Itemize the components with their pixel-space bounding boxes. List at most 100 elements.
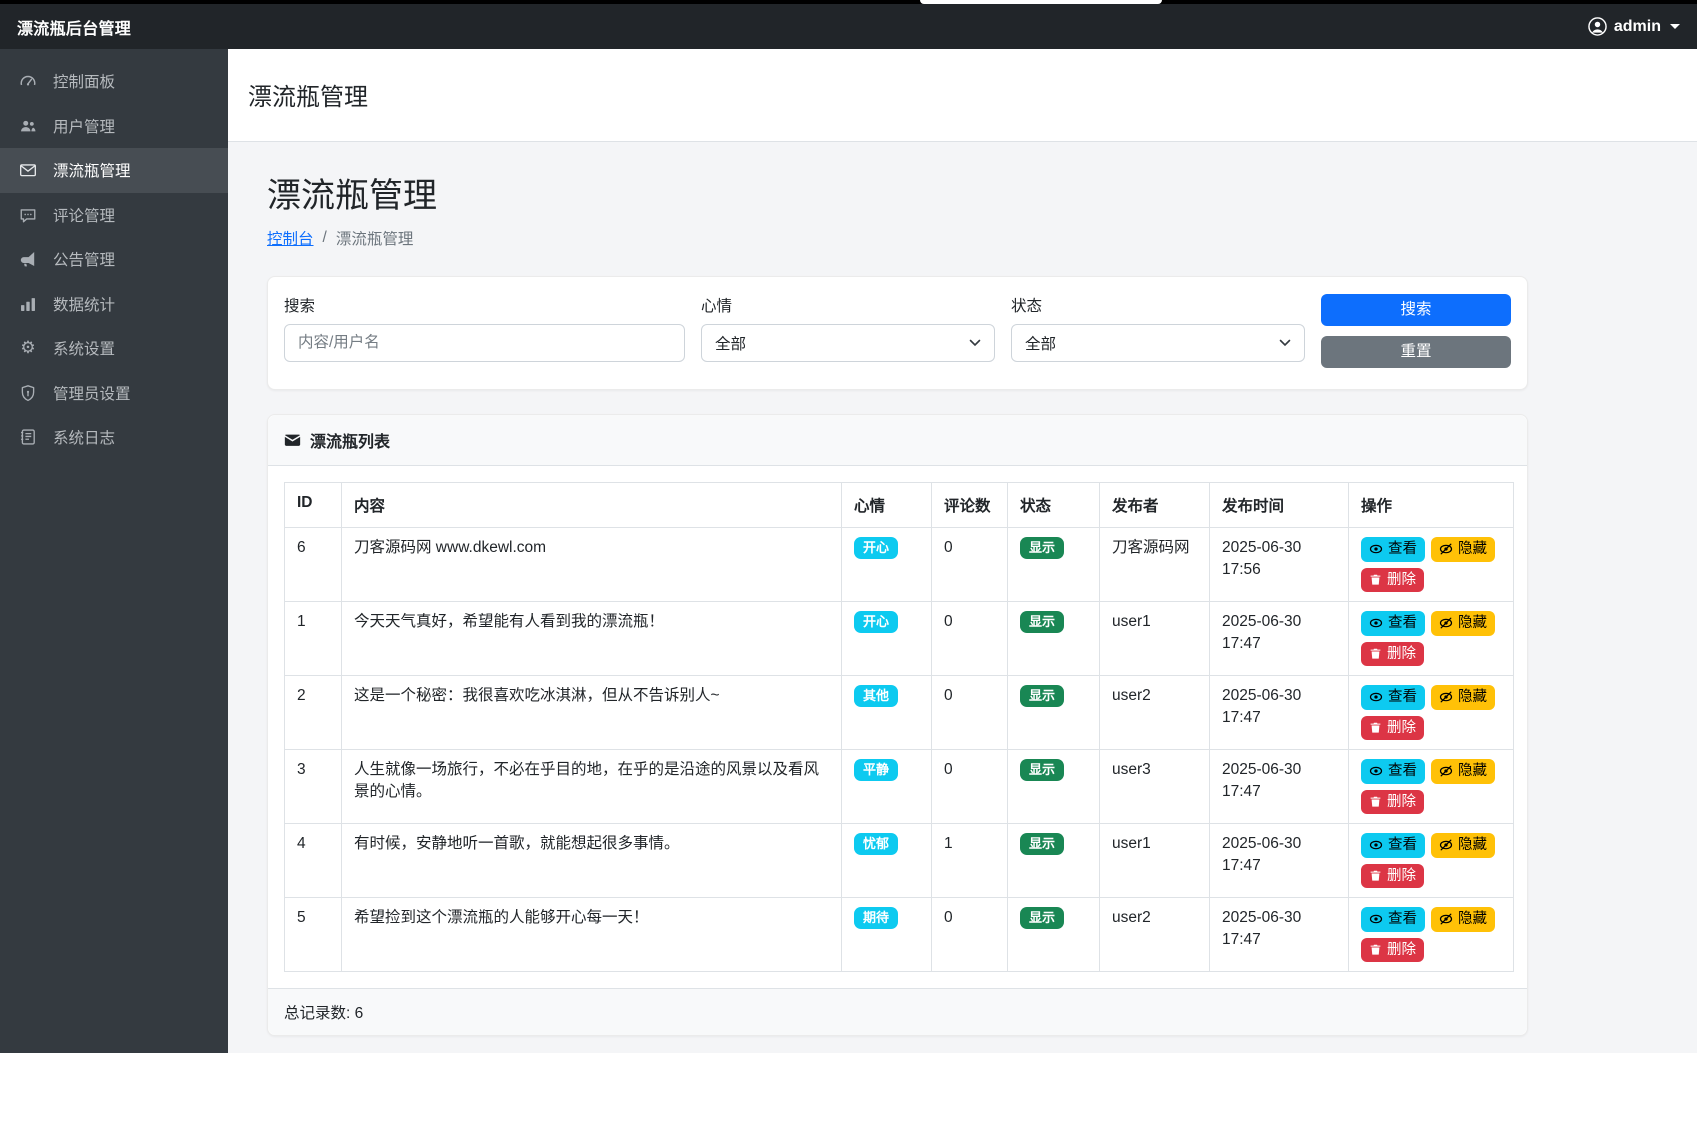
eye-icon [1369, 542, 1383, 556]
mood-badge: 开心 [854, 611, 898, 633]
sidebar-item-comments[interactable]: 评论管理 [0, 193, 228, 238]
sidebar-item-announcements[interactable]: 公告管理 [0, 237, 228, 282]
delete-button[interactable]: 删除 [1361, 716, 1424, 741]
sidebar-item-users[interactable]: 用户管理 [0, 104, 228, 149]
cell-comments: 0 [932, 750, 1008, 824]
sidebar-item-label: 漂流瓶管理 [53, 159, 131, 181]
cell-mood: 其他 [842, 676, 932, 750]
mood-badge: 开心 [854, 537, 898, 559]
cell-status: 显示 [1008, 898, 1100, 972]
sidebar-item-label: 数据统计 [53, 293, 115, 315]
hide-button[interactable]: 隐藏 [1431, 833, 1495, 858]
os-top-strip [0, 0, 1697, 4]
hide-button[interactable]: 隐藏 [1431, 611, 1495, 636]
search-submit-button[interactable]: 搜索 [1321, 294, 1511, 326]
hide-button[interactable]: 隐藏 [1431, 907, 1495, 932]
table-header-row: ID 内容 心情 评论数 状态 发布者 发布时间 操作 [285, 483, 1514, 528]
cell-status: 显示 [1008, 602, 1100, 676]
col-header-content: 内容 [342, 483, 842, 528]
eye-slash-icon [1439, 616, 1453, 630]
delete-button[interactable]: 删除 [1361, 864, 1424, 889]
sidebar-item-logs[interactable]: 系统日志 [0, 415, 228, 460]
status-badge: 显示 [1020, 685, 1064, 707]
cell-author: user2 [1100, 676, 1210, 750]
cell-time: 2025-06-30 17:47 [1210, 824, 1349, 898]
delete-button[interactable]: 删除 [1361, 568, 1424, 593]
page-title-bar: 漂流瓶管理 [228, 49, 1697, 142]
cell-actions: 查看 隐藏 [1349, 898, 1514, 972]
table-row: 1 今天天气真好，希望能有人看到我的漂流瓶！ 开心 0 显示 user1 202… [285, 602, 1514, 676]
sidebar-item-stats[interactable]: 数据统计 [0, 282, 228, 327]
col-header-comments: 评论数 [932, 483, 1008, 528]
cell-id: 1 [285, 602, 342, 676]
mood-badge: 其他 [854, 685, 898, 707]
main-content: 漂流瓶管理 漂流瓶管理 控制台 / 漂流瓶管理 搜索 心情 全 [228, 49, 1697, 1053]
sidebar-item-dashboard[interactable]: 控制面板 [0, 59, 228, 104]
publish-time: 17:47 [1222, 855, 1336, 877]
person-circle-icon [1588, 17, 1607, 36]
status-select[interactable]: 全部 [1011, 324, 1305, 362]
sidebar-item-bottles[interactable]: 漂流瓶管理 [0, 148, 228, 193]
cell-author: user3 [1100, 750, 1210, 824]
sidebar-item-settings[interactable]: ⚙ 系统设置 [0, 326, 228, 371]
delete-button[interactable]: 删除 [1361, 938, 1424, 963]
cell-actions: 查看 隐藏 [1349, 824, 1514, 898]
trash-icon [1369, 795, 1382, 808]
delete-button[interactable]: 删除 [1361, 790, 1424, 815]
cell-status: 显示 [1008, 528, 1100, 602]
publish-date: 2025-06-30 [1222, 611, 1336, 633]
page-heading: 漂流瓶管理 [267, 168, 1528, 217]
sidebar-item-label: 管理员设置 [53, 382, 131, 404]
bar-chart-icon [18, 295, 38, 313]
view-button[interactable]: 查看 [1361, 685, 1425, 710]
col-header-status: 状态 [1008, 483, 1100, 528]
eye-slash-icon [1439, 912, 1453, 926]
publish-time: 17:47 [1222, 929, 1336, 951]
window-drag-notch [920, 0, 1162, 4]
breadcrumb-link-console[interactable]: 控制台 [267, 227, 314, 249]
sidebar-item-admins[interactable]: 管理员设置 [0, 371, 228, 416]
eye-icon [1369, 838, 1383, 852]
cell-status: 显示 [1008, 824, 1100, 898]
filter-card: 搜索 心情 全部 [267, 276, 1528, 390]
mood-badge: 期待 [854, 907, 898, 929]
search-input[interactable] [284, 324, 685, 362]
hide-button[interactable]: 隐藏 [1431, 685, 1495, 710]
view-button[interactable]: 查看 [1361, 537, 1425, 562]
view-button[interactable]: 查看 [1361, 833, 1425, 858]
mood-badge: 忧郁 [854, 833, 898, 855]
sidebar-item-label: 系统设置 [53, 337, 115, 359]
delete-button[interactable]: 删除 [1361, 642, 1424, 667]
table-row: 5 希望捡到这个漂流瓶的人能够开心每一天！ 期待 0 显示 user2 2025… [285, 898, 1514, 972]
gear-icon: ⚙ [18, 340, 38, 357]
cell-comments: 0 [932, 602, 1008, 676]
cell-time: 2025-06-30 17:56 [1210, 528, 1349, 602]
hide-button[interactable]: 隐藏 [1431, 537, 1495, 562]
megaphone-icon [18, 250, 38, 268]
status-select-value: 全部 [1025, 332, 1056, 354]
mood-filter-label: 心情 [701, 294, 995, 316]
col-header-mood: 心情 [842, 483, 932, 528]
cell-status: 显示 [1008, 750, 1100, 824]
sidebar-item-label: 评论管理 [53, 204, 115, 226]
eye-icon [1369, 912, 1383, 926]
view-button[interactable]: 查看 [1361, 759, 1425, 784]
record-count-value: 6 [355, 1005, 364, 1022]
view-button[interactable]: 查看 [1361, 611, 1425, 636]
cell-id: 6 [285, 528, 342, 602]
publish-date: 2025-06-30 [1222, 685, 1336, 707]
view-button[interactable]: 查看 [1361, 907, 1425, 932]
eye-slash-icon [1439, 764, 1453, 778]
people-icon [18, 117, 38, 135]
eye-icon [1369, 690, 1383, 704]
mood-select-value: 全部 [715, 332, 746, 354]
cell-time: 2025-06-30 17:47 [1210, 898, 1349, 972]
envelope-fill-icon [284, 432, 301, 449]
hide-button[interactable]: 隐藏 [1431, 759, 1495, 784]
cell-id: 4 [285, 824, 342, 898]
journal-icon [18, 428, 38, 446]
mood-select[interactable]: 全部 [701, 324, 995, 362]
cell-comments: 0 [932, 898, 1008, 972]
reset-button[interactable]: 重置 [1321, 336, 1511, 368]
user-menu[interactable]: admin [1588, 17, 1680, 36]
